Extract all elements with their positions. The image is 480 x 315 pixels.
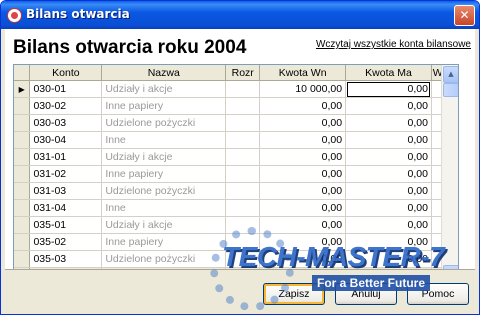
cell-kwota-wn[interactable]: 0,00 bbox=[259, 114, 347, 132]
cell-kwota-wn[interactable]: 0,00 bbox=[259, 165, 347, 183]
cell-rozr[interactable] bbox=[225, 97, 261, 115]
column-header-kwota-ma[interactable]: Kwota Ma bbox=[345, 65, 432, 81]
cell-rozr[interactable] bbox=[225, 131, 261, 149]
row-indicator[interactable] bbox=[14, 250, 31, 268]
header-row: Konto Nazwa Rozr Kwota Wn Kwota Ma Walu bbox=[14, 65, 458, 81]
cell-kwota-ma[interactable]: 0,00 bbox=[345, 165, 432, 183]
cell-kwota-wn[interactable]: 10 000,00 bbox=[259, 80, 347, 98]
close-icon[interactable]: ✕ bbox=[454, 5, 475, 26]
row-indicator[interactable] bbox=[14, 182, 31, 200]
cell-kwota-wn[interactable]: 0,00 bbox=[259, 131, 347, 149]
row-indicator[interactable] bbox=[14, 148, 31, 166]
cell-kwota-wn[interactable]: 0,00 bbox=[259, 199, 347, 217]
cell-kwota-wn[interactable]: 0,00 bbox=[259, 148, 347, 166]
watermark-title: TECH-MASTER-7 bbox=[222, 241, 445, 272]
row-indicator[interactable] bbox=[14, 97, 31, 115]
watermark-subtitle: For a Better Future bbox=[312, 275, 431, 291]
cell-kwota-ma[interactable]: 0,00 bbox=[345, 97, 432, 115]
watermark: TECH-MASTER-7 For a Better Future bbox=[200, 227, 470, 311]
cell-konto[interactable]: 031-02 bbox=[29, 165, 103, 183]
cell-konto[interactable]: 035-03 bbox=[29, 250, 103, 268]
row-indicator[interactable] bbox=[14, 216, 31, 234]
cell-rozr[interactable] bbox=[225, 165, 261, 183]
cell-rozr[interactable] bbox=[225, 148, 261, 166]
table-row[interactable]: 030-02 Inne papiery 0,00 0,00 bbox=[14, 97, 458, 115]
title-bar[interactable]: Bilans otwarcia ✕ bbox=[1, 1, 479, 29]
cell-nazwa[interactable]: Udziały i akcje bbox=[101, 80, 227, 98]
row-indicator[interactable] bbox=[14, 114, 31, 132]
table-row[interactable]: 030-03 Udzielone pożyczki 0,00 0,00 bbox=[14, 114, 458, 132]
scroll-thumb[interactable] bbox=[443, 83, 458, 97]
cell-kwota-ma[interactable]: 0,00 bbox=[345, 114, 432, 132]
cell-rozr[interactable] bbox=[225, 80, 261, 98]
app-icon bbox=[7, 8, 22, 23]
cell-kwota-ma[interactable]: 0,00 bbox=[345, 80, 432, 98]
cell-rozr[interactable] bbox=[225, 199, 261, 217]
cell-kwota-ma[interactable]: 0,00 bbox=[345, 182, 432, 200]
cell-rozr[interactable] bbox=[225, 114, 261, 132]
dialog-window: Bilans otwarcia ✕ Bilans otwarcia roku 2… bbox=[0, 0, 480, 315]
cell-konto[interactable]: 030-04 bbox=[29, 131, 103, 149]
cell-konto[interactable]: 031-01 bbox=[29, 148, 103, 166]
table-row[interactable]: 031-01 Udziały i akcje 0,00 0,00 bbox=[14, 148, 458, 166]
row-indicator[interactable] bbox=[14, 199, 31, 217]
window-title: Bilans otwarcia bbox=[26, 7, 130, 21]
cell-konto[interactable]: 030-03 bbox=[29, 114, 103, 132]
dialog-content: Bilans otwarcia roku 2004 Wczytaj wszyst… bbox=[5, 29, 475, 311]
table-row[interactable]: 031-02 Inne papiery 0,00 0,00 bbox=[14, 165, 458, 183]
cell-konto[interactable]: 030-01 bbox=[29, 80, 103, 98]
cell-kwota-ma[interactable]: 0,00 bbox=[345, 131, 432, 149]
column-header-rozr[interactable]: Rozr bbox=[225, 65, 261, 81]
cell-konto[interactable]: 031-03 bbox=[29, 182, 103, 200]
cell-nazwa[interactable]: Inne papiery bbox=[101, 165, 227, 183]
row-indicator[interactable] bbox=[14, 233, 31, 251]
column-header-nazwa[interactable]: Nazwa bbox=[101, 65, 227, 81]
column-header-kwota-wn[interactable]: Kwota Wn bbox=[259, 65, 347, 81]
cell-nazwa[interactable]: Inne bbox=[101, 199, 227, 217]
row-indicator[interactable] bbox=[14, 131, 31, 149]
table-row[interactable]: 031-03 Udzielone pożyczki 0,00 0,00 bbox=[14, 182, 458, 200]
row-indicator-header bbox=[14, 65, 31, 81]
cell-kwota-ma[interactable]: 0,00 bbox=[345, 148, 432, 166]
cell-konto[interactable]: 035-02 bbox=[29, 233, 103, 251]
cell-konto[interactable]: 030-02 bbox=[29, 97, 103, 115]
table-row[interactable]: 031-04 Inne 0,00 0,00 bbox=[14, 199, 458, 217]
cell-nazwa[interactable]: Inne bbox=[101, 131, 227, 149]
cell-nazwa[interactable]: Udziały i akcje bbox=[101, 148, 227, 166]
column-header-konto[interactable]: Konto bbox=[29, 65, 103, 81]
cell-konto[interactable]: 031-04 bbox=[29, 199, 103, 217]
cell-konto[interactable]: 035-01 bbox=[29, 216, 103, 234]
scroll-up-icon[interactable]: ▲ bbox=[443, 66, 458, 83]
load-balance-accounts-link[interactable]: Wczytaj wszystkie konta bilansowe bbox=[316, 39, 471, 50]
cell-nazwa[interactable]: Udzielone pożyczki bbox=[101, 182, 227, 200]
page-title: Bilans otwarcia roku 2004 bbox=[13, 37, 247, 58]
row-indicator[interactable] bbox=[14, 165, 31, 183]
row-indicator[interactable]: ▶ bbox=[14, 80, 31, 98]
cell-nazwa[interactable]: Inne papiery bbox=[101, 97, 227, 115]
cell-kwota-wn[interactable]: 0,00 bbox=[259, 182, 347, 200]
cell-nazwa[interactable]: Udzielone pożyczki bbox=[101, 114, 227, 132]
table-row[interactable]: ▶ 030-01 Udziały i akcje 10 000,00 0,00 bbox=[14, 80, 458, 98]
cell-kwota-wn[interactable]: 0,00 bbox=[259, 97, 347, 115]
cell-kwota-ma[interactable]: 0,00 bbox=[345, 199, 432, 217]
cell-rozr[interactable] bbox=[225, 182, 261, 200]
table-row[interactable]: 030-04 Inne 0,00 0,00 bbox=[14, 131, 458, 149]
